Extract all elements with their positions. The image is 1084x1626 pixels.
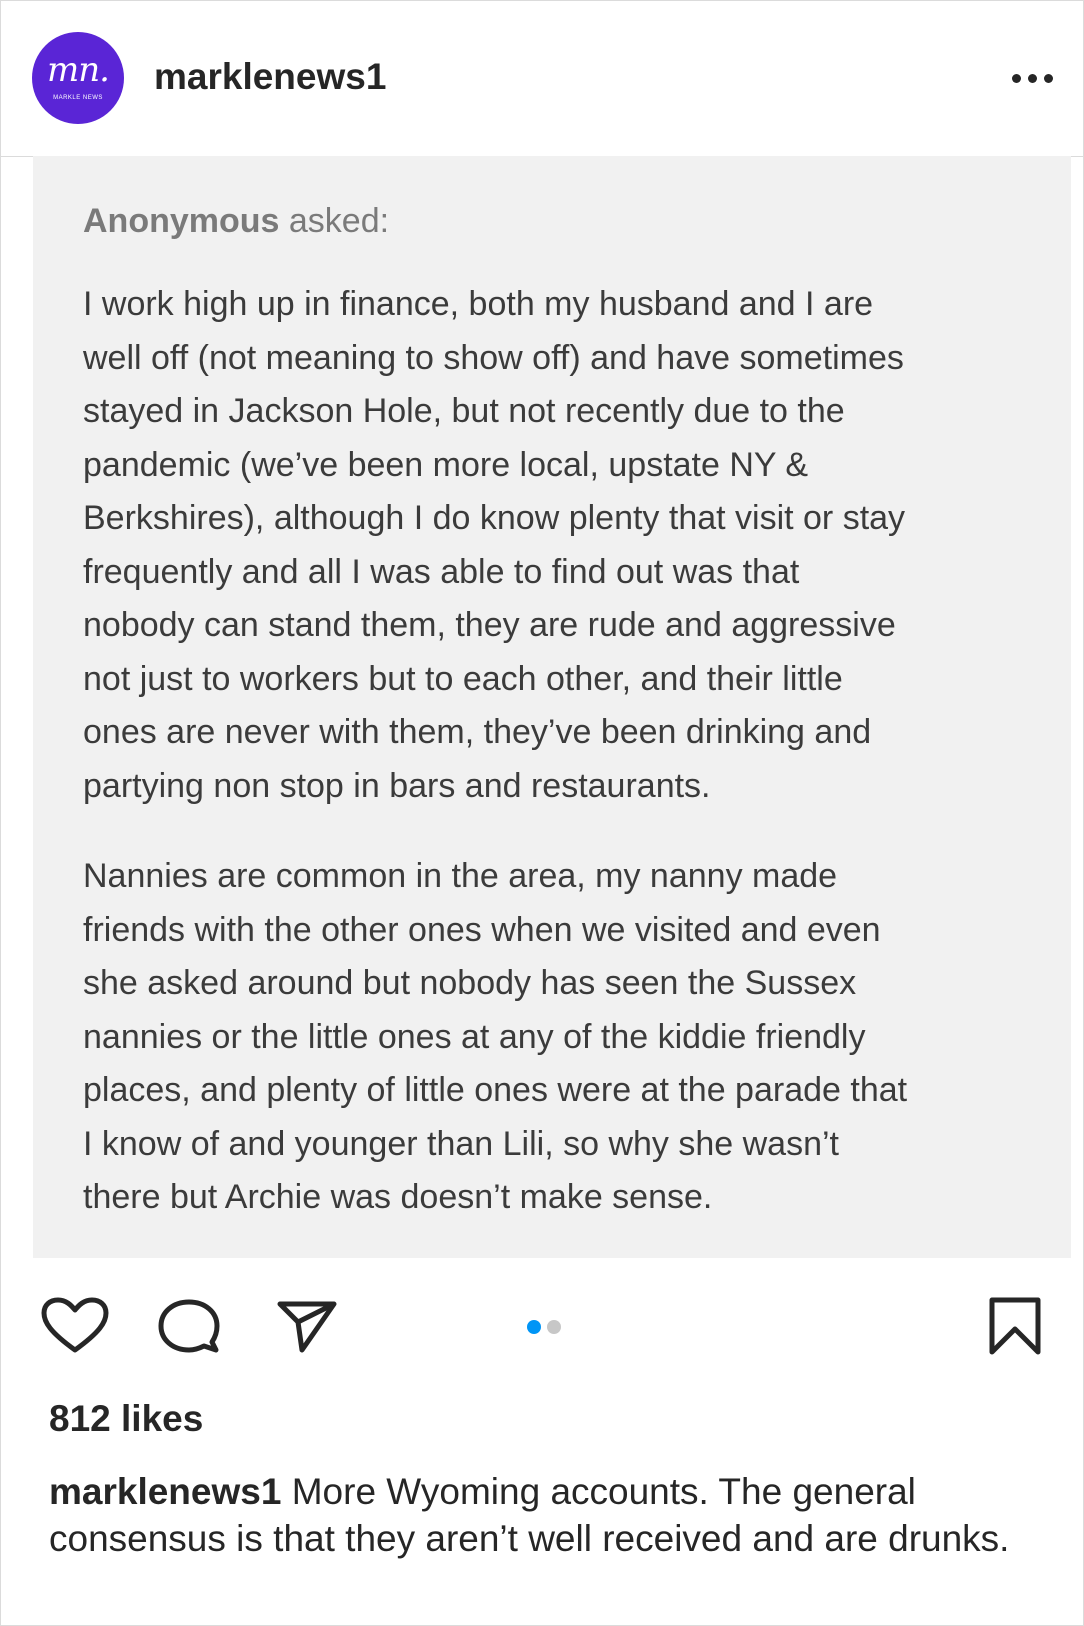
avatar-logo-mark: mn. [47,50,110,90]
more-options-button[interactable] [1012,58,1060,98]
caption-username[interactable]: marklenews1 [49,1471,281,1512]
asker-line: Anonymous asked: [83,198,389,244]
asker-suffix: asked: [279,202,390,240]
avatar[interactable]: mn. MARKLE NEWS [32,32,124,124]
avatar-logo-subtext: MARKLE NEWS [53,95,103,101]
more-options-dot [1028,74,1037,83]
post-username[interactable]: marklenews1 [154,52,386,102]
more-options-dot [1044,74,1053,83]
post-header: mn. MARKLE NEWS marklenews1 [0,0,1084,157]
more-options-dot [1012,74,1021,83]
carousel-dot [547,1320,561,1334]
action-bar [0,1290,1084,1356]
question-paragraph-1: I work high up in finance, both my husba… [83,285,906,805]
bookmark-icon[interactable] [988,1296,1042,1356]
share-icon[interactable] [276,1298,338,1354]
carousel-indicator [527,1320,577,1336]
post-image[interactable]: Anonymous asked: I work high up in finan… [33,156,1071,1258]
carousel-dot-active [527,1320,541,1334]
comment-icon[interactable] [156,1298,220,1354]
post-caption: marklenews1 More Wyoming accounts. The g… [49,1468,1059,1562]
asker-name: Anonymous [83,202,280,240]
heart-icon[interactable] [40,1296,110,1354]
question-paragraph-2: Nannies are common in the area, my nanny… [83,857,908,1216]
likes-count[interactable]: 812 likes [49,1396,203,1442]
